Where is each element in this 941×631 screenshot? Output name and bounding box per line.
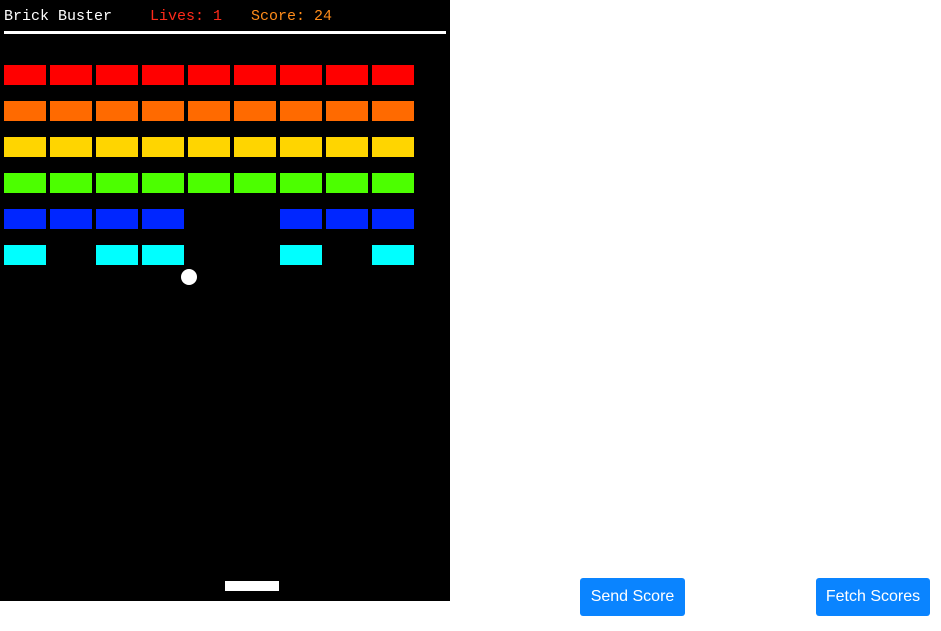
brick (142, 209, 184, 229)
brick (326, 173, 368, 193)
brick (142, 173, 184, 193)
fetch-scores-button[interactable]: Fetch Scores (816, 578, 930, 616)
brick (50, 137, 92, 157)
brick (50, 209, 92, 229)
brick (372, 137, 414, 157)
brick (326, 65, 368, 85)
brick (280, 209, 322, 229)
brick (326, 101, 368, 121)
brick (280, 137, 322, 157)
brick (280, 101, 322, 121)
brick (188, 65, 230, 85)
brick (50, 101, 92, 121)
brick (326, 137, 368, 157)
brick (4, 245, 46, 265)
brick (4, 209, 46, 229)
brick (234, 101, 276, 121)
paddle[interactable] (225, 581, 279, 591)
brick (188, 173, 230, 193)
brick (4, 173, 46, 193)
brick (234, 137, 276, 157)
brick (234, 173, 276, 193)
brick (280, 173, 322, 193)
brick (372, 65, 414, 85)
brick (96, 245, 138, 265)
brick (50, 173, 92, 193)
brick (96, 173, 138, 193)
brick (234, 65, 276, 85)
brick (4, 101, 46, 121)
brick (188, 101, 230, 121)
brick (372, 173, 414, 193)
brick (142, 101, 184, 121)
send-score-button[interactable]: Send Score (580, 578, 685, 616)
brick (188, 137, 230, 157)
brick (96, 101, 138, 121)
ball (181, 269, 197, 285)
brick (96, 137, 138, 157)
brick (280, 65, 322, 85)
brick (4, 137, 46, 157)
brick (142, 137, 184, 157)
brick (142, 245, 184, 265)
brick (96, 209, 138, 229)
game-canvas[interactable]: Brick Buster Lives: 1 Score: 24 (0, 0, 450, 601)
brick (326, 209, 368, 229)
brick (4, 65, 46, 85)
brick (96, 65, 138, 85)
brick-field (0, 0, 450, 601)
brick (280, 245, 322, 265)
brick (372, 245, 414, 265)
brick (142, 65, 184, 85)
brick (372, 209, 414, 229)
brick (372, 101, 414, 121)
brick (50, 65, 92, 85)
